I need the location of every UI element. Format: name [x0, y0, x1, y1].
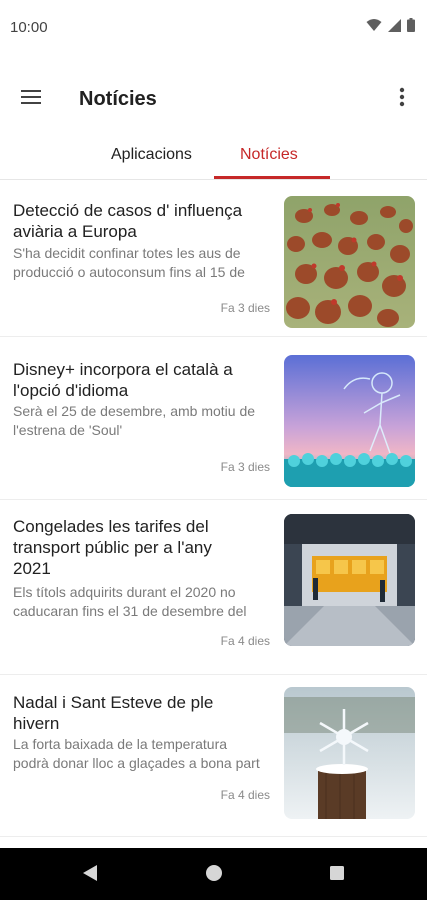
page-title: Notícies: [79, 88, 157, 110]
news-title-line: Detecció de casos d' influença: [13, 201, 243, 220]
news-title-line: l'opció d'idioma: [13, 381, 129, 400]
news-time: Fa 4 dies: [220, 634, 270, 648]
news-item[interactable]: Nadal i Sant Esteve de ple hivern La for…: [0, 675, 427, 837]
battery-icon: [407, 18, 415, 37]
news-title: Detecció de casos d' influença aviària a…: [13, 200, 275, 242]
home-button[interactable]: [203, 864, 225, 886]
recents-button[interactable]: [326, 864, 348, 886]
news-description: La forta baixada de la temperatura podrà…: [13, 735, 278, 773]
menu-button[interactable]: [14, 82, 48, 116]
news-title: Disney+ incorpora el català a l'opció d'…: [13, 359, 275, 401]
news-title-line: transport públic per a l'any: [13, 538, 212, 557]
news-title-line: Congelades les tarifes del: [13, 517, 209, 536]
tab-noticies[interactable]: Notícies: [240, 146, 298, 164]
news-time: Fa 3 dies: [220, 460, 270, 474]
hamburger-menu-icon: [21, 89, 41, 110]
news-title-line: aviària a Europa: [13, 222, 137, 241]
status-time: 10:00: [10, 19, 48, 36]
news-description-line: La forta baixada de la temperatura: [13, 736, 228, 752]
news-item[interactable]: Disney+ incorpora el català a l'opció d'…: [0, 337, 427, 500]
back-button[interactable]: [79, 864, 101, 886]
news-description-line: l'estrena de 'Soul': [13, 422, 123, 438]
news-time: Fa 4 dies: [220, 788, 270, 802]
news-title: Congelades les tarifes del transport púb…: [13, 516, 275, 579]
news-time: Fa 3 dies: [220, 301, 270, 315]
news-item[interactable]: Congelades les tarifes del transport púb…: [0, 500, 427, 675]
app-bar: Notícies: [0, 62, 427, 136]
more-vertical-icon: [399, 87, 405, 112]
news-title: Nadal i Sant Esteve de ple hivern: [13, 692, 275, 734]
tab-aplicacions[interactable]: Aplicacions: [111, 146, 192, 164]
news-description: S'ha decidit confinar totes les aus de p…: [13, 244, 278, 282]
tab-indicator: [214, 176, 330, 179]
tab-bar: Aplicacions Notícies: [0, 136, 427, 180]
recents-icon: [329, 865, 345, 886]
soul-movie-photo: [284, 355, 415, 487]
chickens-photo: [284, 196, 415, 328]
news-item[interactable]: Detecció de casos d' influença aviària a…: [0, 180, 427, 337]
news-title-line: Nadal i Sant Esteve de ple: [13, 693, 214, 712]
news-description-line: Els títols adquirits durant el 2020 no: [13, 584, 236, 600]
status-bar: 10:00: [0, 0, 427, 56]
snowflake-photo: [284, 687, 415, 819]
news-title-line: Disney+ incorpora el català a: [13, 360, 233, 379]
back-icon: [82, 864, 98, 887]
news-description-line: caducaran fins el 31 de desembre del: [13, 603, 247, 619]
home-icon: [205, 864, 223, 887]
news-description-line: S'ha decidit confinar totes les aus de: [13, 245, 241, 261]
news-description-line: producció o autoconsum fins al 15 de: [13, 264, 245, 280]
news-description-line: podrà donar lloc a glaçades a bona part: [13, 755, 260, 771]
news-description-line: Serà el 25 de desembre, amb motiu de: [13, 403, 256, 419]
metro-station-photo: [284, 514, 415, 646]
status-icons: [366, 18, 415, 37]
signal-icon: [388, 18, 401, 37]
news-title-line: hivern: [13, 714, 60, 733]
system-nav-bar: [0, 848, 427, 900]
news-title-line: 2021: [13, 559, 51, 578]
news-description: Els títols adquirits durant el 2020 no c…: [13, 583, 278, 621]
news-description: Serà el 25 de desembre, amb motiu de l'e…: [13, 402, 278, 440]
more-options-button[interactable]: [387, 82, 417, 116]
wifi-icon: [366, 18, 382, 37]
